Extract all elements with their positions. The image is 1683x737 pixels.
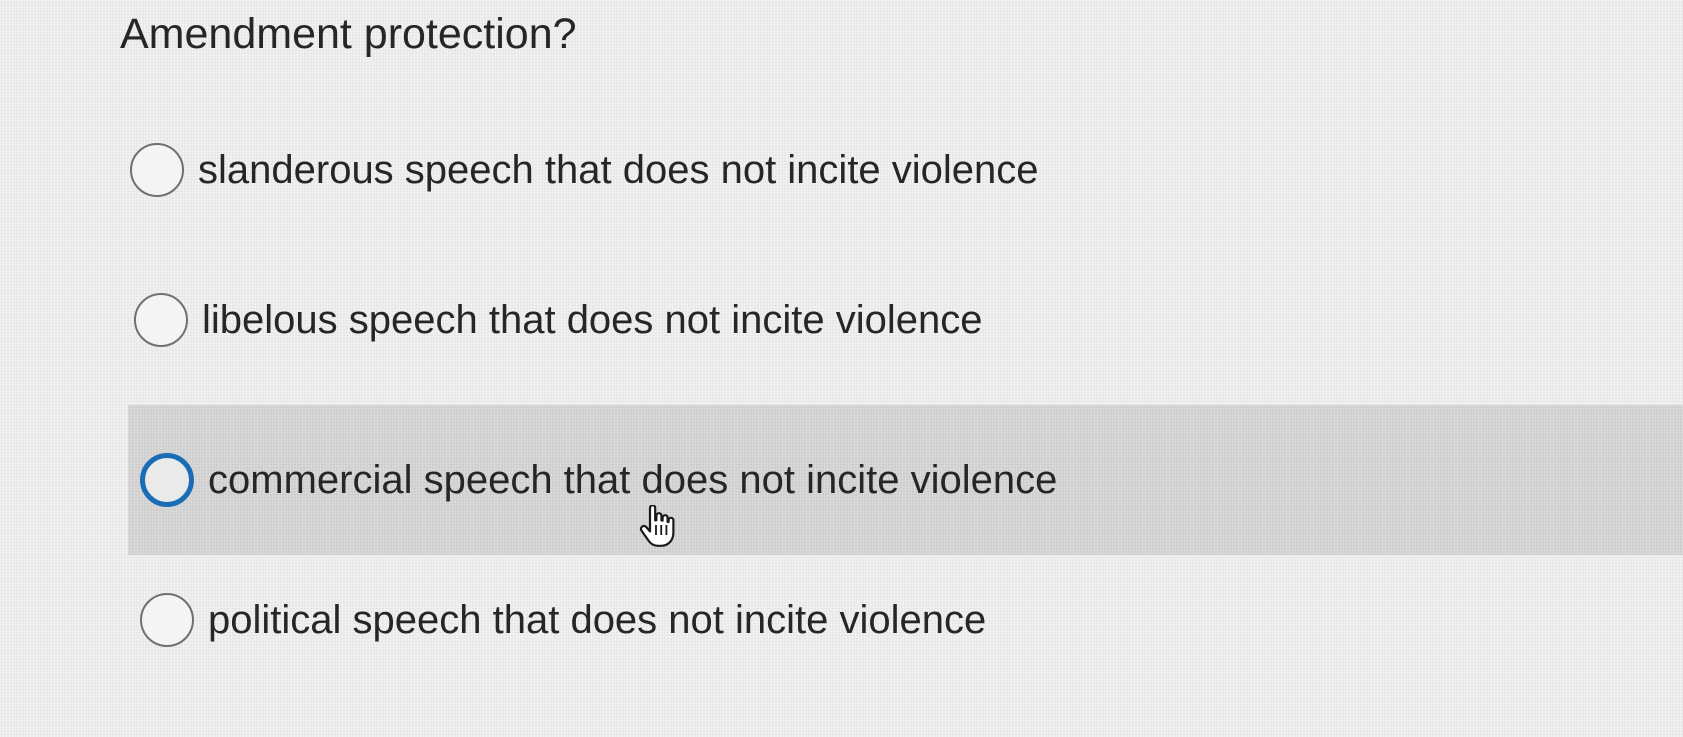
radio-button[interactable] <box>140 453 194 507</box>
option-label: libelous speech that does not incite vio… <box>202 297 983 342</box>
answer-options: slanderous speech that does not incite v… <box>0 0 1683 737</box>
option-political[interactable]: political speech that does not incite vi… <box>128 545 1228 695</box>
option-label: commercial speech that does not incite v… <box>208 457 1058 502</box>
hand-pointer-icon <box>639 505 675 547</box>
option-label: slanderous speech that does not incite v… <box>198 147 1039 192</box>
option-commercial[interactable]: commercial speech that does not incite v… <box>128 405 1683 555</box>
option-libelous[interactable]: libelous speech that does not incite vio… <box>122 245 1222 395</box>
option-label: political speech that does not incite vi… <box>208 597 987 642</box>
radio-button[interactable] <box>130 143 184 197</box>
option-slanderous[interactable]: slanderous speech that does not incite v… <box>118 95 1218 245</box>
radio-button[interactable] <box>134 293 188 347</box>
radio-button[interactable] <box>140 593 194 647</box>
